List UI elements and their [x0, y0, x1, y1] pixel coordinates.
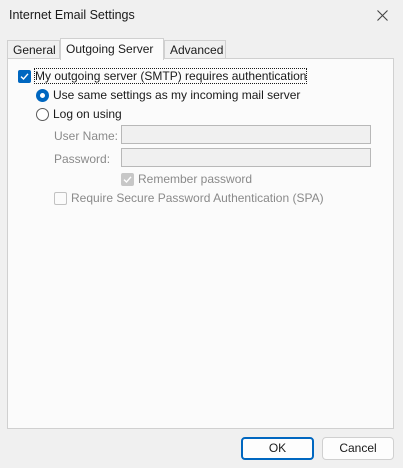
checkmark-icon: [20, 72, 29, 80]
spa-label: Require Secure Password Authentication (…: [71, 191, 324, 205]
require-auth-label: My outgoing server (SMTP) requires authe…: [33, 68, 308, 84]
close-icon: [377, 10, 388, 21]
remember-password-row[interactable]: Remember password: [121, 171, 252, 187]
ok-button[interactable]: OK: [241, 437, 314, 460]
password-input[interactable]: [121, 148, 371, 167]
close-button[interactable]: [363, 0, 403, 32]
user-name-label: User Name:: [54, 129, 119, 143]
require-auth-checkbox[interactable]: [18, 69, 31, 83]
spa-row[interactable]: Require Secure Password Authentication (…: [54, 190, 324, 206]
tab-advanced[interactable]: Advanced: [164, 40, 226, 58]
use-same-settings-radio[interactable]: [36, 88, 49, 102]
log-on-using-label: Log on using: [53, 107, 122, 121]
use-same-settings-row[interactable]: Use same settings as my incoming mail se…: [36, 87, 300, 103]
user-name-input[interactable]: [121, 125, 371, 144]
window-title: Internet Email Settings: [9, 8, 135, 22]
spa-checkbox[interactable]: [54, 191, 67, 205]
cancel-button[interactable]: Cancel: [322, 437, 394, 460]
remember-password-checkbox[interactable]: [121, 172, 134, 186]
require-auth-row[interactable]: My outgoing server (SMTP) requires authe…: [18, 68, 308, 84]
password-label: Password:: [54, 152, 111, 166]
title-bar: Internet Email Settings: [0, 0, 403, 32]
remember-password-label: Remember password: [138, 172, 253, 186]
log-on-using-radio[interactable]: [36, 107, 49, 121]
use-same-settings-label: Use same settings as my incoming mail se…: [53, 88, 301, 102]
outgoing-server-panel: My outgoing server (SMTP) requires authe…: [7, 58, 394, 429]
log-on-using-row[interactable]: Log on using: [36, 106, 122, 122]
tab-outgoing-server[interactable]: Outgoing Server: [60, 38, 164, 60]
tab-general[interactable]: General: [7, 40, 60, 58]
checkmark-icon: [123, 175, 132, 183]
